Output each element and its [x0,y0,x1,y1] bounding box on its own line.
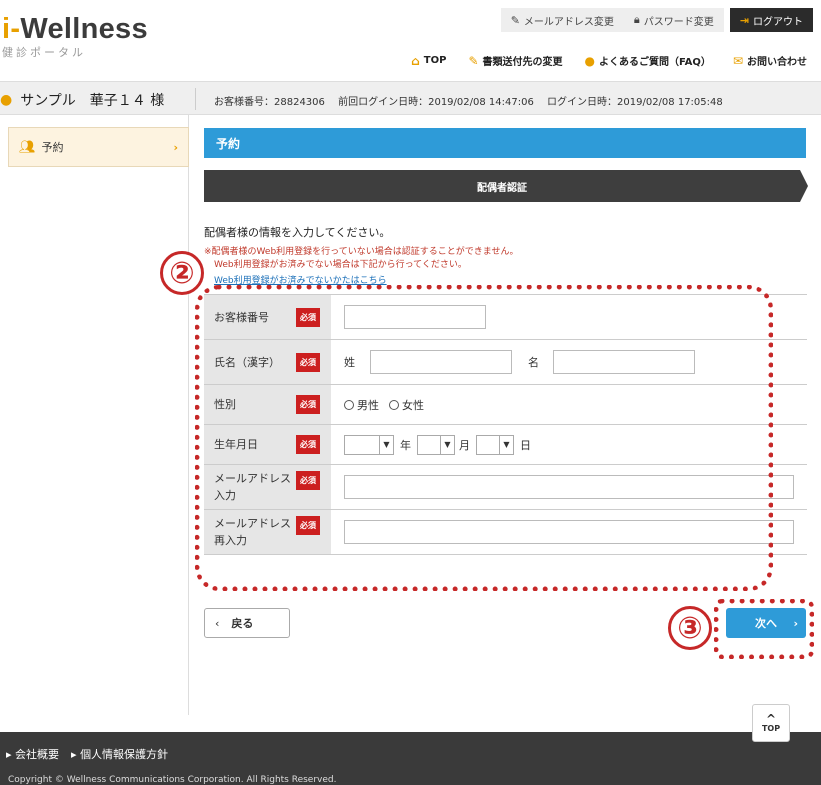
user-name-text: サンプル 華子１４ 様 [20,93,165,109]
back-button[interactable]: ‹ 戻る [204,608,290,638]
people-icon: 👥︎ [19,139,36,155]
logo-subtitle: 健診ポータル [2,46,86,59]
footer-link-company[interactable]: ▸ 会社概要 [6,746,59,762]
login-time: ログイン日時：2019/02/08 17:05:48 [547,97,723,108]
copyright: Copyright © Wellness Communications Corp… [8,775,337,785]
page-top-button[interactable]: ^ TOP [752,704,790,742]
nav-faq-label: よくあるご質問（FAQ） [599,57,711,68]
sub-navigation: ⌂ TOP ✎ 書類送付先の変更 ● よくあるご質問（FAQ） ✉ お問い合わせ [389,53,807,69]
warning-line-1: ※配偶者様のWeb利用登録を行っていない場合は認証することができません。 [204,247,519,257]
password-change-link[interactable]: 🔒︎ パスワード変更 [623,8,724,32]
sidebar-item-label: 予約 [41,141,64,154]
chevron-up-icon: ^ [765,711,777,726]
user-info-bar: ● サンプル 華子１４ 様 お客様番号：28824306 前回ログイン日時：20… [0,81,821,115]
logo[interactable]: i-Wellness 健診ポータル [2,14,148,60]
nav-doc-address-label: 書類送付先の変更 [482,57,563,68]
nav-faq-link[interactable]: ● よくあるご質問（FAQ） [584,53,711,69]
customer-number: お客様番号：28824306 [214,97,325,108]
intro-text: 配偶者様の情報を入力してください。 [204,226,391,239]
logout-button[interactable]: ⇥ ログアウト [729,8,813,32]
user-name: ● サンプル 華子１４ 様 [0,90,164,110]
edit-icon: ✎ [468,53,479,68]
footer-link-label: 会社概要 [15,748,60,761]
nav-doc-address-link[interactable]: ✎ 書類送付先の変更 [468,53,563,69]
sidebar: 👥︎ 予約 › [0,115,189,715]
page-title: 予約 [204,128,806,158]
footer-link-label: 個人情報保護方針 [80,748,169,761]
lock-icon: 🔒︎ [633,13,640,26]
warning-line-2: Web利用登録がお済みでない場合は下記から行ってください。 [214,260,467,270]
logo-text: i-Wellness [2,14,148,44]
step-indicator: 配偶者認証 [204,170,800,202]
sidebar-item-reservation[interactable]: 👥︎ 予約 › [8,127,189,167]
user-icon: ● [0,92,13,108]
logo-accent: i- [2,13,21,45]
password-change-label: パスワード変更 [643,16,714,28]
annotation-box-form [195,285,773,591]
nav-top-link[interactable]: ⌂ TOP [411,53,446,68]
login-meta: お客様番号：28824306 前回ログイン日時：2019/02/08 14:47… [214,93,733,108]
header: i-Wellness 健診ポータル ✎ メールアドレス変更 🔒︎ パスワード変更… [0,0,821,78]
annotation-marker-3: ③ [668,606,712,650]
chat-bubble-icon: ● [584,53,595,68]
step-arrow [800,170,808,202]
footer: ▸ 会社概要 ▸ 個人情報保護方針 Copyright © Wellness C… [0,732,821,785]
email-change-link[interactable]: ✎ メールアドレス変更 [500,8,624,32]
email-change-label: メールアドレス変更 [523,16,614,28]
warning-text: ※配偶者様のWeb利用登録を行っていない場合は認証することができません。 Web… [204,246,518,272]
annotation-marker-2: ② [160,251,204,295]
back-button-label: 戻る [231,617,254,630]
logout-icon: ⇥ [739,13,749,27]
nav-contact-label: お問い合わせ [747,57,807,68]
nav-top-label: TOP [423,55,447,66]
footer-link-privacy[interactable]: ▸ 個人情報保護方針 [71,746,168,762]
mail-icon: ✉ [732,53,743,68]
page-top-label: TOP [761,723,781,733]
last-login: 前回ログイン日時：2019/02/08 14:47:06 [338,97,534,108]
home-icon: ⌂ [411,53,420,68]
top-account-bar: ✎ メールアドレス変更 🔒︎ パスワード変更 ⇥ ログアウト [500,8,813,32]
logout-label: ログアウト [753,16,803,28]
nav-contact-link[interactable]: ✉ お問い合わせ [732,53,807,69]
annotation-box-next [714,599,814,659]
divider [195,88,196,110]
chevron-right-icon: › [173,140,178,154]
chevron-left-icon: ‹ [215,616,220,630]
footer-links: ▸ 会社概要 ▸ 個人情報保護方針 [6,746,180,762]
logo-main-text: Wellness [20,13,148,45]
pencil-icon: ✎ [510,13,520,27]
